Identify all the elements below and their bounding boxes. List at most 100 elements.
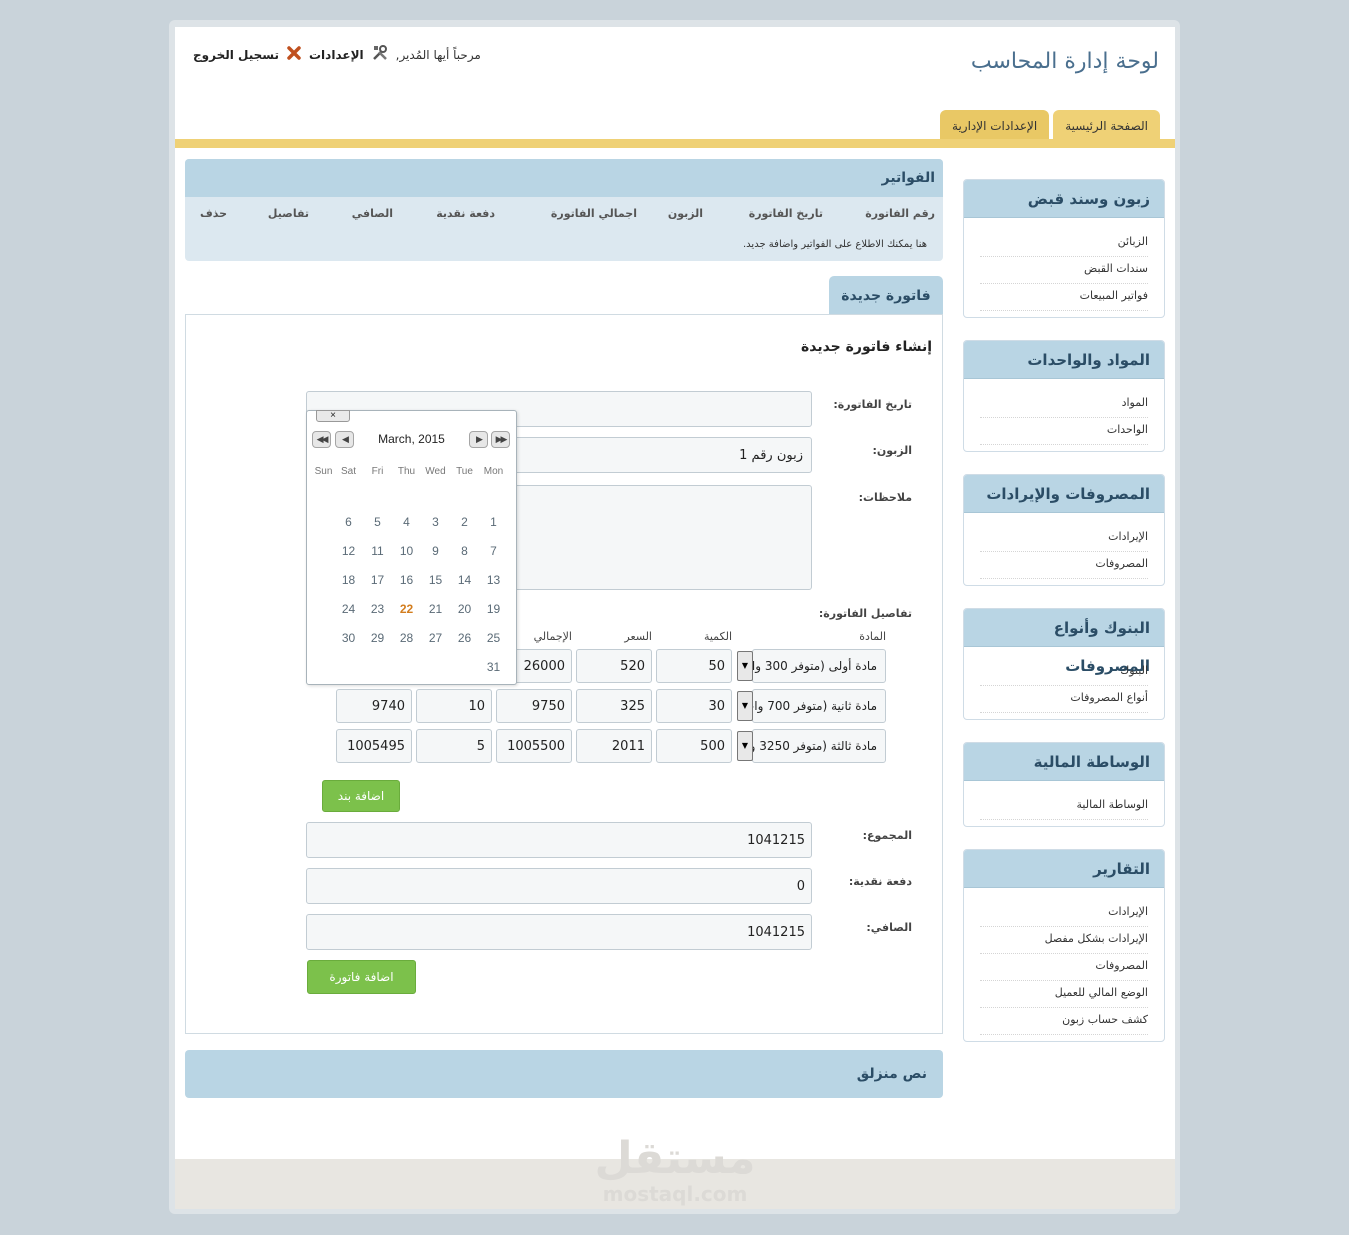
calendar-day[interactable]: 29 <box>363 631 392 645</box>
col-customer[interactable]: الزبون <box>668 207 703 220</box>
customer-label: الزبون: <box>872 444 912 457</box>
next-year-icon[interactable]: ▶▶ <box>491 431 510 448</box>
sidebar-item-units[interactable]: الواحدات <box>980 418 1148 445</box>
discount-input[interactable]: 5 <box>416 729 492 763</box>
calendar-day[interactable]: 14 <box>450 573 479 587</box>
sidebar-item-sales-invoices[interactable]: فواتير المبيعات <box>980 284 1148 311</box>
add-item-button[interactable]: اضافة بند <box>322 780 400 812</box>
sidebar-item-expense-types[interactable]: أنواع المصروفات <box>980 686 1148 713</box>
logout-link[interactable]: تسجيل الخروج <box>193 48 279 62</box>
sidebar-item-receipts[interactable]: سندات القبض <box>980 257 1148 284</box>
col-cash-payment[interactable]: دفعة نقدية <box>436 207 495 220</box>
col-details[interactable]: تفاصيل <box>268 207 309 220</box>
calendar-day[interactable]: 10 <box>392 544 421 558</box>
item-select[interactable]: مادة ثانية (متوفر 700 واحدة) <box>752 689 886 723</box>
sidebar-item-report-revenues[interactable]: الإيرادات <box>980 900 1148 927</box>
calendar-day[interactable]: 6 <box>334 515 363 529</box>
calendar-day[interactable]: 20 <box>450 602 479 616</box>
price-input[interactable]: 520 <box>576 649 652 683</box>
sidebar-item-report-expenses[interactable]: المصروفات <box>980 954 1148 981</box>
tab-home[interactable]: الصفحة الرئيسية <box>1053 110 1160 140</box>
next-month-icon[interactable]: ▶ <box>469 431 488 448</box>
calendar-day[interactable]: 21 <box>421 602 450 616</box>
calendar-day[interactable]: 16 <box>392 573 421 587</box>
calendar-day[interactable]: 4 <box>392 515 421 529</box>
item-select[interactable]: مادة ثالثة (متوفر 3250 واحدة) <box>752 729 886 763</box>
price-input[interactable]: 2011 <box>576 729 652 763</box>
total-input[interactable]: 1005500 <box>496 729 572 763</box>
calendar-day[interactable]: 28 <box>392 631 421 645</box>
settings-link[interactable]: الإعدادات <box>309 48 364 62</box>
col-price-header: السعر <box>624 630 652 643</box>
calendar-day[interactable]: 24 <box>334 602 363 616</box>
calendar-day[interactable]: 23 <box>363 602 392 616</box>
tab-admin-settings[interactable]: الإعدادات الإدارية <box>940 110 1050 140</box>
sidebar-item-brokerage[interactable]: الوساطة المالية <box>980 793 1148 820</box>
col-net[interactable]: الصافي <box>352 207 393 220</box>
new-invoice-panel: إنشاء فاتورة جديدة تاريخ الفاتورة: الزبو… <box>185 314 943 1034</box>
tab-bar-underline <box>175 139 1175 148</box>
calendar-day[interactable]: 27 <box>421 631 450 645</box>
calendar-day[interactable]: 12 <box>334 544 363 558</box>
calendar-day[interactable]: 13 <box>479 573 508 587</box>
calendar-day[interactable]: 15 <box>421 573 450 587</box>
total-input[interactable]: 9750 <box>496 689 572 723</box>
sidebar-item-banks[interactable]: البنوك <box>980 659 1148 686</box>
calendar-day[interactable]: 9 <box>421 544 450 558</box>
col-invoice-total[interactable]: اجمالي الفاتورة <box>551 207 637 220</box>
watermark-arabic: مستقل <box>594 1133 756 1184</box>
calendar-day[interactable]: 17 <box>363 573 392 587</box>
col-invoice-number[interactable]: رقم الفاتورة <box>865 207 935 220</box>
sidebar-item-materials[interactable]: المواد <box>980 391 1148 418</box>
calendar-day[interactable]: 31 <box>479 660 508 674</box>
net-field[interactable]: 1041215 <box>306 914 812 950</box>
prev-month-icon[interactable]: ◀ <box>335 431 354 448</box>
calendar-month: March, 2015 <box>378 432 445 446</box>
calendar-day[interactable]: 22 <box>392 602 421 616</box>
price-input[interactable]: 325 <box>576 689 652 723</box>
close-icon <box>287 46 301 64</box>
chevron-down-icon[interactable]: ▼ <box>737 731 753 761</box>
col-invoice-date[interactable]: تاريخ الفاتورة <box>749 207 823 220</box>
qty-input[interactable]: 30 <box>656 689 732 723</box>
sidebar-item-report-customer-statement[interactable]: كشف حساب زبون <box>980 1008 1148 1035</box>
sidebar-item-revenues[interactable]: الإيرادات <box>980 525 1148 552</box>
calendar-day[interactable]: 25 <box>479 631 508 645</box>
calendar-day[interactable]: 26 <box>450 631 479 645</box>
net-input[interactable]: 1005495 <box>336 729 412 763</box>
calendar-day[interactable]: 7 <box>479 544 508 558</box>
item-select[interactable]: مادة أولى (متوفر 300 واحدة) <box>752 649 886 683</box>
sidebar-group-title: الوساطة المالية <box>964 743 1164 781</box>
calendar-day[interactable]: 30 <box>334 631 363 645</box>
qty-input[interactable]: 500 <box>656 729 732 763</box>
calendar-close-button[interactable]: × <box>316 410 350 422</box>
col-delete[interactable]: حذف <box>200 207 227 220</box>
chevron-down-icon[interactable]: ▼ <box>737 651 753 681</box>
chevron-down-icon[interactable]: ▼ <box>737 691 753 721</box>
discount-input[interactable]: 10 <box>416 689 492 723</box>
calendar-day[interactable]: 3 <box>421 515 450 529</box>
sidebar-item-report-revenues-detailed[interactable]: الإيرادات بشكل مفصل <box>980 927 1148 954</box>
cash-payment-field[interactable]: 0 <box>306 868 812 904</box>
calendar-day[interactable]: 19 <box>479 602 508 616</box>
calendar-day[interactable]: 5 <box>363 515 392 529</box>
sidebar-group-reports: التقارير الإيرادات الإيرادات بشكل مفصل ا… <box>963 849 1165 1042</box>
net-input[interactable]: 9740 <box>336 689 412 723</box>
sidebar-item-expenses[interactable]: المصروفات <box>980 552 1148 579</box>
qty-input[interactable]: 50 <box>656 649 732 683</box>
calendar-day[interactable]: 11 <box>363 544 392 558</box>
add-invoice-button[interactable]: اضافة فاتورة <box>307 960 416 994</box>
sidebar-group-title: المواد والواحدات <box>964 341 1164 379</box>
calendar-day[interactable]: 8 <box>450 544 479 558</box>
sidebar-group-customers: زبون وسند قبض الزبائن سندات القبض فواتير… <box>963 179 1165 318</box>
calendar-day[interactable]: 2 <box>450 515 479 529</box>
calendar-day[interactable]: 18 <box>334 573 363 587</box>
sidebar-group-title: البنوك وأنواع المصروفات <box>964 609 1164 675</box>
prev-year-icon[interactable]: ◀◀ <box>312 431 331 448</box>
sidebar-item-report-client-financial[interactable]: الوضع المالي للعميل <box>980 981 1148 1008</box>
calendar-day[interactable]: 1 <box>479 515 508 529</box>
tab-new-invoice[interactable]: فاتورة جديدة <box>829 276 943 316</box>
sidebar-group-title: زبون وسند قبض <box>964 180 1164 218</box>
sidebar-item-customers[interactable]: الزبائن <box>980 230 1148 257</box>
sum-field[interactable]: 1041215 <box>306 822 812 858</box>
